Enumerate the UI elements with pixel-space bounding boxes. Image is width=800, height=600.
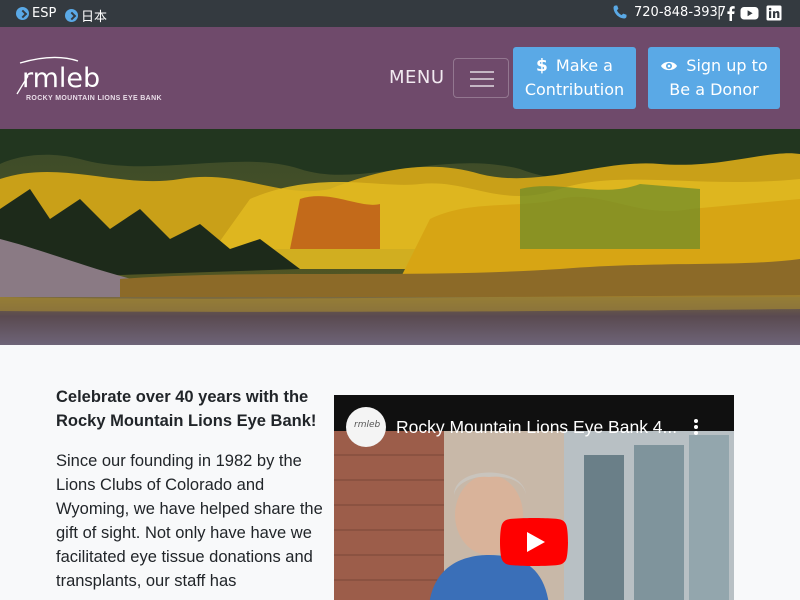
menu-toggle-button[interactable] [453,58,509,98]
rmleb-logo-icon: rmleb ROCKY MOUNTAIN LIONS EYE BANK [16,56,162,102]
facebook-link[interactable] [723,5,739,21]
language-link-japanese[interactable]: 日本 [65,6,107,25]
phone-icon [613,5,627,19]
make-contribution-button[interactable]: $ Make a Contribution [513,47,636,109]
language-label-jp: 日本 [81,10,108,25]
phone-link[interactable]: 720-848-3937 [612,4,726,20]
logo-wordmark: rmleb [22,63,100,94]
intro-paragraph: Since our founding in 1982 by the Lions … [56,452,323,590]
channel-avatar[interactable]: rmleb [346,407,386,447]
language-link-spanish[interactable]: ESP [16,6,56,21]
chevron-right-circle-icon [16,7,29,20]
hamburger-line [470,85,494,87]
phone-number: 720-848-3937 [634,4,727,20]
youtube-video-embed[interactable]: rmleb Rocky Mountain Lions Eye Bank 4... [334,395,734,600]
page-headline: Celebrate over 40 years with the Rocky M… [56,388,317,430]
hamburger-line [470,78,494,80]
site-logo[interactable]: rmleb ROCKY MOUNTAIN LIONS EYE BANK [14,55,170,103]
youtube-link[interactable] [740,5,759,21]
more-options-icon[interactable] [694,419,698,435]
contribution-line2: Contribution [524,80,625,99]
eye-icon [661,61,678,71]
contribution-line1: Make a [555,56,613,75]
hamburger-icon [470,71,494,73]
site-header: rmleb ROCKY MOUNTAIN LIONS EYE BANK MENU… [0,27,800,129]
dollar-icon: $ [536,56,548,76]
chevron-right-circle-icon [65,9,78,22]
donor-line1: Sign up to [686,56,768,75]
channel-avatar-text: rmleb [354,420,381,430]
linkedin-icon [766,5,782,21]
menu-label: MENU [389,67,445,88]
youtube-icon [740,7,759,20]
separator: | [717,5,722,20]
logo-subtitle: ROCKY MOUNTAIN LIONS EYE BANK [26,95,162,102]
hero-landscape-image [0,129,800,345]
top-utility-bar: ESP 日本 720-848-3937 | [0,0,800,27]
linkedin-link[interactable] [766,5,782,21]
main-content: Celebrate over 40 years with the Rocky M… [0,345,800,600]
donor-line2: Be a Donor [669,80,759,99]
video-title[interactable]: Rocky Mountain Lions Eye Bank 4... [396,417,677,438]
youtube-play-icon[interactable] [500,518,568,566]
sign-up-donor-button[interactable]: Sign up to Be a Donor [648,47,780,109]
facebook-icon [727,6,735,21]
language-label-esp: ESP [32,6,57,21]
